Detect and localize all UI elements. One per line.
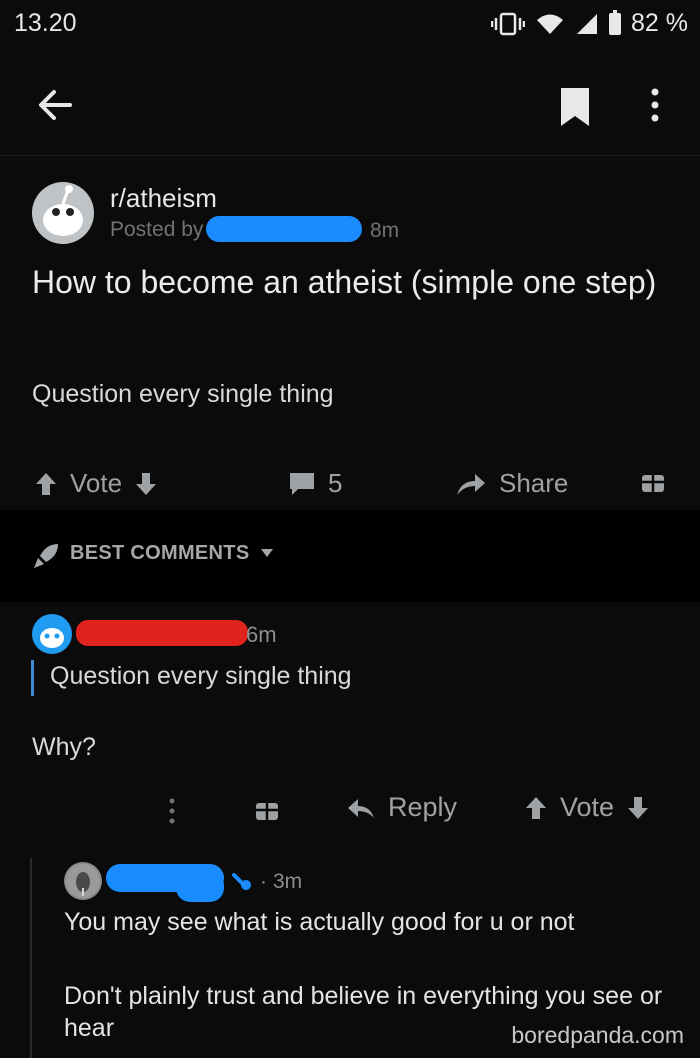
- more-vertical-icon[interactable]: [165, 796, 179, 826]
- snoo-icon: [43, 185, 83, 236]
- quoted-text: Question every single thing: [50, 662, 352, 690]
- gift-icon: [642, 475, 664, 492]
- username-redaction-tail: [176, 872, 224, 902]
- comment-time: 6m: [246, 622, 277, 647]
- comment-count: 5: [328, 468, 343, 498]
- status-bar: 13.20 82 %: [0, 0, 700, 50]
- vote-label: Vote: [70, 468, 123, 498]
- username-redaction-red: [76, 620, 248, 646]
- username-redaction: [206, 216, 362, 242]
- subreddit-name[interactable]: r/atheism: [110, 183, 217, 214]
- chevron-down-icon: [261, 549, 273, 557]
- status-time: 13.20: [14, 9, 77, 37]
- posted-by-label: Posted by: [110, 218, 204, 241]
- downvote-icon[interactable]: [134, 471, 158, 497]
- reply-icon: [348, 798, 374, 818]
- arrow-left-icon[interactable]: [30, 80, 80, 130]
- wifi-icon: [537, 14, 564, 34]
- reply-avatar[interactable]: [64, 862, 102, 900]
- signal-icon: [577, 13, 598, 34]
- more-vertical-icon[interactable]: [640, 80, 670, 130]
- comment-avatar[interactable]: [32, 614, 72, 654]
- meta-dot: ·: [260, 870, 267, 893]
- post-title: How to become an atheist (simple one ste…: [32, 264, 657, 300]
- reply-button[interactable]: Reply: [346, 792, 457, 823]
- thread-line[interactable]: [30, 858, 32, 1058]
- downvote-icon[interactable]: [626, 795, 650, 821]
- gift-icon[interactable]: [254, 796, 280, 822]
- comment-vote-label: Vote: [560, 792, 615, 822]
- comment-vote-control: Vote: [524, 792, 650, 823]
- comment-body: Why?: [32, 733, 96, 761]
- avatar-face-icon: [66, 864, 100, 898]
- share-button[interactable]: Share: [455, 468, 568, 499]
- mic-icon: [232, 873, 251, 890]
- reply-time: 3m: [273, 870, 303, 893]
- post-time: 8m: [370, 219, 400, 242]
- upvote-icon[interactable]: [34, 471, 58, 497]
- vibrate-icon: [491, 12, 526, 35]
- award-button[interactable]: [640, 468, 666, 494]
- share-label: Share: [499, 468, 569, 498]
- status-icons: 82 %: [491, 9, 688, 38]
- sort-label: BEST COMMENTS: [70, 542, 250, 564]
- comments-button[interactable]: 5: [288, 468, 342, 499]
- reply-label: Reply: [388, 792, 458, 822]
- snoo-avatar-icon: [40, 628, 64, 648]
- share-icon: [457, 473, 485, 495]
- bookmark-icon[interactable]: [555, 82, 595, 132]
- top-toolbar: [0, 60, 700, 150]
- sort-band[interactable]: BEST COMMENTS: [0, 510, 700, 602]
- reply-meta: · 3m: [232, 870, 302, 894]
- quote-bar: [31, 660, 34, 696]
- watermark: boredpanda.com: [511, 1022, 684, 1048]
- comment-action-bar: Reply Vote: [0, 790, 700, 830]
- toolbar-divider: [0, 155, 700, 156]
- reply-text-line1: You may see what is actually good for u …: [64, 908, 575, 936]
- upvote-icon[interactable]: [524, 795, 548, 821]
- vote-control: Vote: [34, 468, 158, 499]
- battery-icon: [609, 9, 622, 35]
- subreddit-avatar[interactable]: [32, 182, 94, 244]
- battery-percent: 82 %: [631, 9, 688, 37]
- rocket-icon: [34, 544, 58, 568]
- post-body: Question every single thing: [32, 380, 334, 408]
- comment-icon: [290, 472, 314, 495]
- post-action-bar: Vote 5 Share: [0, 460, 700, 510]
